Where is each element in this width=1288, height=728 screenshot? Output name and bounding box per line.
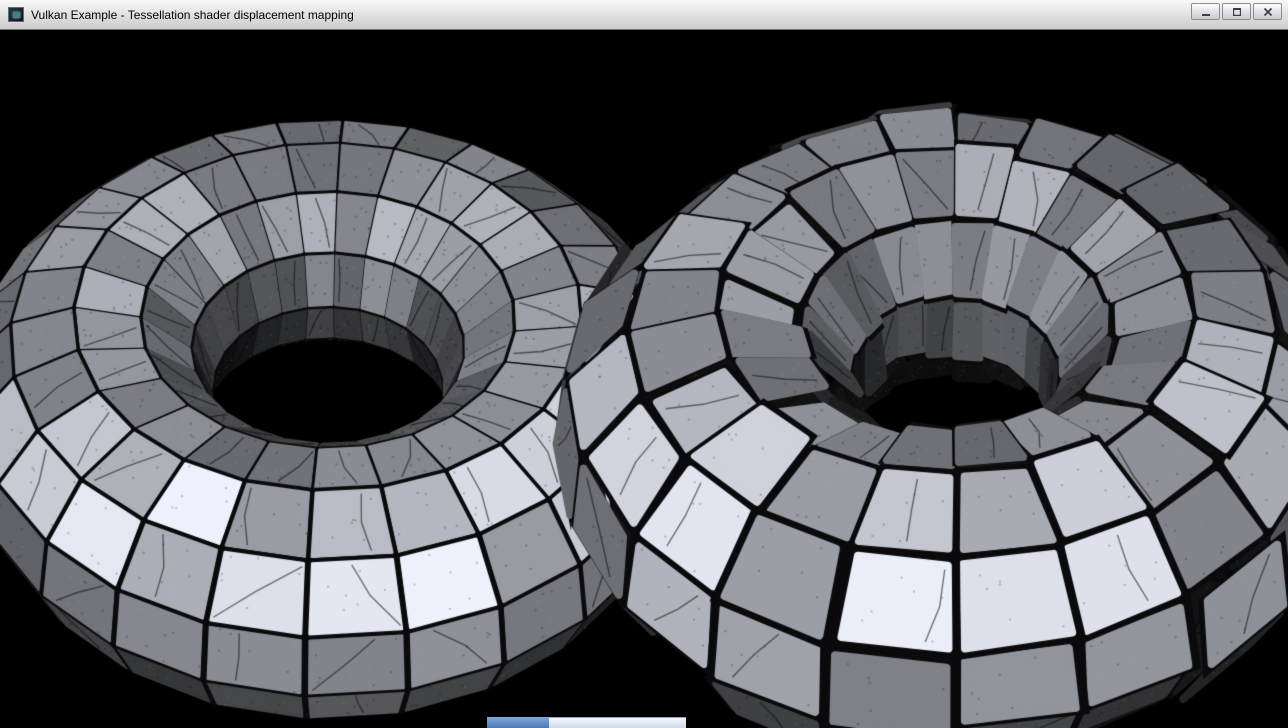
minimize-icon — [1201, 7, 1211, 17]
maximize-button[interactable] — [1222, 3, 1251, 20]
close-icon — [1263, 7, 1273, 17]
app-window: Vulkan Example - Tessellation shader dis… — [0, 0, 1288, 728]
title-bar[interactable]: Vulkan Example - Tessellation shader dis… — [0, 0, 1288, 30]
app-icon[interactable] — [8, 7, 24, 22]
taskbar-fragment[interactable] — [487, 717, 686, 728]
close-button[interactable] — [1253, 3, 1282, 20]
window-controls — [1191, 3, 1282, 20]
maximize-icon — [1232, 7, 1242, 17]
render-viewport[interactable] — [0, 30, 1288, 728]
window-title: Vulkan Example - Tessellation shader dis… — [31, 8, 354, 22]
taskbar-button-fragment[interactable] — [487, 718, 549, 728]
app-icon-glyph — [13, 12, 20, 18]
minimize-button[interactable] — [1191, 3, 1220, 20]
